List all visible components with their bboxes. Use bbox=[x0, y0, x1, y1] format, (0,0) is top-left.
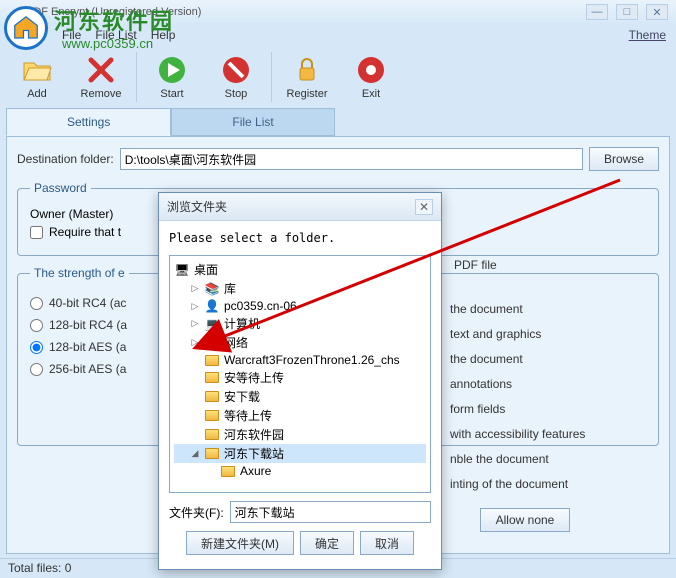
folder-field-input[interactable] bbox=[230, 501, 431, 523]
menubar: File File List Help Theme bbox=[0, 24, 676, 46]
stop-button[interactable]: Stop bbox=[205, 48, 267, 106]
perm-2: text and graphics bbox=[450, 327, 585, 345]
tree-item-hedong-dl[interactable]: ◢河东下载站 bbox=[174, 444, 426, 463]
browse-folder-dialog: 浏览文件夹 ✕ Please select a folder. 🖥桌面 ▷📚库 … bbox=[158, 192, 442, 570]
perm-5: form fields bbox=[450, 402, 585, 420]
theme-link[interactable]: Theme bbox=[625, 26, 670, 44]
window-title: PDF Encrypt (Unregistered Version) bbox=[26, 6, 201, 18]
menu-file[interactable]: File bbox=[58, 26, 85, 44]
perm-4: annotations bbox=[450, 377, 585, 395]
radio-label-3: 128-bit AES (a bbox=[49, 340, 126, 354]
radio-label-2: 128-bit RC4 (a bbox=[49, 318, 127, 332]
destination-label: Destination folder: bbox=[17, 152, 114, 166]
library-icon: 📚 bbox=[204, 282, 220, 296]
exit-icon bbox=[355, 54, 387, 86]
folder-open-icon bbox=[21, 54, 53, 86]
register-label: Register bbox=[287, 88, 328, 100]
pdf-file-text: PDF file bbox=[454, 258, 497, 272]
folder-icon bbox=[204, 390, 220, 404]
toolbar: Add Remove Start Stop Register Exit bbox=[0, 46, 676, 108]
folder-icon bbox=[204, 428, 220, 442]
maximize-button[interactable]: □ bbox=[616, 4, 638, 20]
register-button[interactable]: Register bbox=[276, 48, 338, 106]
password-legend: Password bbox=[30, 181, 91, 195]
lock-icon bbox=[291, 54, 323, 86]
strength-legend: The strength of e bbox=[30, 266, 129, 280]
stop-label: Stop bbox=[225, 88, 248, 100]
desktop-icon: 🖥 bbox=[174, 263, 190, 277]
menu-filelist[interactable]: File List bbox=[91, 26, 140, 44]
play-icon bbox=[156, 54, 188, 86]
close-button[interactable]: ✕ bbox=[646, 4, 668, 20]
dialog-close-button[interactable]: ✕ bbox=[415, 199, 433, 215]
tree-item-wait-upload-an[interactable]: 安等待上传 bbox=[174, 368, 426, 387]
network-icon: 🌐 bbox=[204, 336, 220, 350]
separator bbox=[136, 52, 137, 102]
allow-none-button[interactable]: Allow none bbox=[480, 508, 570, 532]
tree-item-network[interactable]: ▷🌐网络 bbox=[174, 333, 426, 352]
ok-button[interactable]: 确定 bbox=[300, 531, 354, 555]
separator bbox=[271, 52, 272, 102]
permissions-column: the document text and graphics the docum… bbox=[450, 302, 585, 532]
remove-button[interactable]: Remove bbox=[70, 48, 132, 106]
exit-label: Exit bbox=[362, 88, 380, 100]
require-label: Require that t bbox=[49, 225, 121, 239]
radio-256bit-aes[interactable] bbox=[30, 363, 43, 376]
dialog-titlebar: 浏览文件夹 ✕ bbox=[159, 193, 441, 221]
require-checkbox[interactable] bbox=[30, 226, 43, 239]
folder-field-label: 文件夹(F): bbox=[169, 504, 224, 521]
tree-item-libraries[interactable]: ▷📚库 bbox=[174, 279, 426, 298]
owner-label: Owner (Master) bbox=[30, 207, 113, 221]
add-label: Add bbox=[27, 88, 47, 100]
add-button[interactable]: Add bbox=[6, 48, 68, 106]
new-folder-button[interactable]: 新建文件夹(M) bbox=[186, 531, 294, 555]
radio-label-1: 40-bit RC4 (ac bbox=[49, 296, 126, 310]
perm-7: nble the document bbox=[450, 452, 585, 470]
radio-40bit-rc4[interactable] bbox=[30, 297, 43, 310]
exit-button[interactable]: Exit bbox=[340, 48, 402, 106]
destination-input[interactable] bbox=[120, 148, 583, 170]
tree-item-download-an[interactable]: 安下载 bbox=[174, 387, 426, 406]
radio-128bit-aes[interactable] bbox=[30, 341, 43, 354]
user-icon: 👤 bbox=[204, 299, 220, 313]
stop-icon bbox=[220, 54, 252, 86]
menu-help[interactable]: Help bbox=[147, 26, 180, 44]
computer-icon: 💻 bbox=[204, 317, 220, 331]
total-files: Total files: 0 bbox=[8, 561, 71, 575]
folder-icon bbox=[204, 353, 220, 367]
folder-icon bbox=[220, 464, 236, 478]
cancel-button[interactable]: 取消 bbox=[360, 531, 414, 555]
remove-label: Remove bbox=[81, 88, 122, 100]
titlebar: PDF Encrypt (Unregistered Version) — □ ✕ bbox=[0, 0, 676, 24]
radio-128bit-rc4[interactable] bbox=[30, 319, 43, 332]
folder-tree[interactable]: 🖥桌面 ▷📚库 ▷👤pc0359.cn-06 ▷💻计算机 ▷🌐网络 Warcra… bbox=[169, 255, 431, 493]
tree-item-wait-upload[interactable]: 等待上传 bbox=[174, 406, 426, 425]
perm-3: the document bbox=[450, 352, 585, 370]
tab-filelist[interactable]: File List bbox=[171, 108, 334, 136]
tab-settings[interactable]: Settings bbox=[6, 108, 171, 136]
start-button[interactable]: Start bbox=[141, 48, 203, 106]
folder-icon bbox=[204, 409, 220, 423]
perm-1: the document bbox=[450, 302, 585, 320]
tree-item-pc0359[interactable]: ▷👤pc0359.cn-06 bbox=[174, 298, 426, 314]
perm-8: inting of the document bbox=[450, 477, 585, 495]
folder-icon bbox=[204, 371, 220, 385]
perm-6: with accessibility features bbox=[450, 427, 585, 445]
dialog-hint: Please select a folder. bbox=[169, 231, 431, 245]
tabs: Settings File List bbox=[6, 108, 670, 136]
tree-item-axure[interactable]: Axure bbox=[174, 463, 426, 479]
dialog-title: 浏览文件夹 bbox=[167, 198, 227, 215]
minimize-button[interactable]: — bbox=[586, 4, 608, 20]
remove-x-icon bbox=[85, 54, 117, 86]
radio-label-4: 256-bit AES (a bbox=[49, 362, 126, 376]
tree-item-computer[interactable]: ▷💻计算机 bbox=[174, 314, 426, 333]
tree-item-warcraft[interactable]: Warcraft3FrozenThrone1.26_chs bbox=[174, 352, 426, 368]
tree-item-hedong[interactable]: 河东软件园 bbox=[174, 425, 426, 444]
folder-open-icon bbox=[204, 447, 220, 461]
start-label: Start bbox=[160, 88, 183, 100]
browse-button[interactable]: Browse bbox=[589, 147, 659, 171]
tree-item-desktop[interactable]: 🖥桌面 bbox=[174, 260, 426, 279]
